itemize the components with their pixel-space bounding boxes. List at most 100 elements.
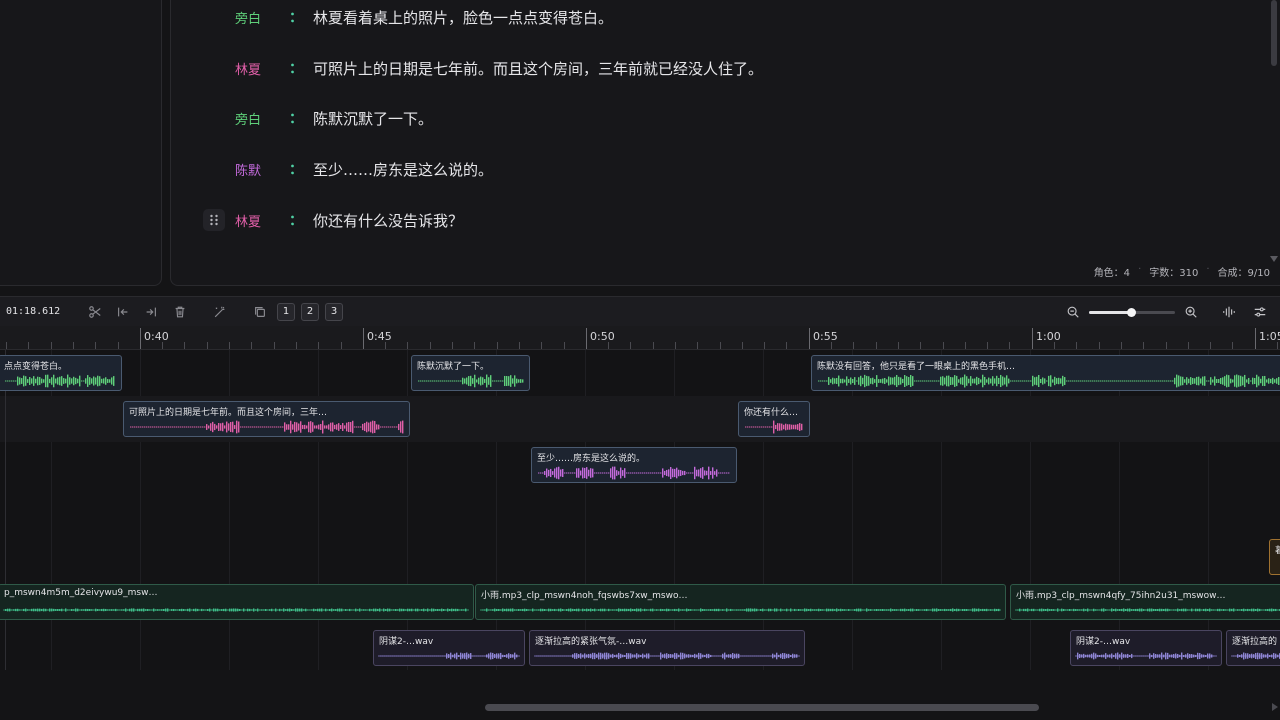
ruler-major-tick — [809, 328, 810, 349]
waveform-icon[interactable] — [1220, 303, 1238, 321]
ruler-minor-tick — [274, 342, 275, 349]
ruler-minor-tick — [385, 342, 386, 349]
scrollbar-thumb[interactable] — [1271, 0, 1277, 66]
audio-clip[interactable]: 至少……房东是这么说的。 — [531, 447, 737, 483]
drag-handle-icon[interactable] — [203, 209, 225, 231]
speaker-colon: ： — [289, 162, 303, 178]
clip-label: 暮 — [1275, 543, 1280, 556]
script-scrollbar[interactable] — [1270, 0, 1278, 262]
timeline-tracks[interactable]: 点点变得苍白。 陈默沉默了一下。 陈默没有回答，他只是看了一眼桌上的黑色手机… … — [0, 350, 1280, 670]
ruler-minor-tick — [207, 342, 208, 349]
sfx-clip[interactable]: 阴谋2-…wav — [1070, 630, 1222, 666]
speaker-label[interactable]: 林夏 — [235, 59, 261, 78]
audio-clip[interactable]: 暮 — [1269, 539, 1280, 575]
ruler-major-tick — [363, 328, 364, 349]
timeline-ruler[interactable]: 0:40 0:45 0:50 0:55 1:00 1:05 — [0, 326, 1280, 350]
ruler-minor-tick — [1232, 342, 1233, 349]
audio-clip[interactable]: 可照片上的日期是七年前。而且这个房间，三年… — [123, 401, 410, 437]
waveform — [5, 374, 115, 388]
audio-clip[interactable]: 陈默沉默了一下。 — [411, 355, 530, 391]
ruler-minor-tick — [6, 342, 7, 349]
ruler-label: 0:55 — [813, 330, 838, 343]
script-line[interactable]: 旁白 ： 林夏看着桌上的照片，脸色一点点变得苍白。 — [171, 2, 1251, 32]
ruler-minor-tick — [697, 342, 698, 349]
waveform — [534, 652, 800, 660]
ruler-minor-tick — [1188, 342, 1189, 349]
sfx-clip[interactable]: 逐渐拉高的紧张气氛-…wav — [529, 630, 805, 666]
ruler-minor-tick — [1009, 342, 1010, 349]
timeline-toolbar: 01:18.612 1 2 3 — [0, 296, 1280, 326]
speaker-label[interactable]: 林夏 — [235, 211, 261, 230]
sfx-clip[interactable]: 阴谋2-…wav — [373, 630, 525, 666]
line-text[interactable]: 你还有什么没告诉我？ — [313, 210, 463, 231]
timeline-scrollbar[interactable] — [0, 690, 1280, 720]
waveform — [378, 652, 520, 660]
ruler-minor-tick — [452, 342, 453, 349]
zoom-in-icon[interactable] — [1182, 303, 1200, 321]
waveform — [818, 374, 1280, 388]
track-lane-extra — [0, 534, 1280, 580]
ruler-minor-tick — [1121, 342, 1122, 349]
track-count-button-1[interactable]: 1 — [277, 302, 295, 321]
ruler-minor-tick — [184, 342, 185, 349]
line-text[interactable]: 至少……房东是这么说的。 — [313, 159, 493, 180]
waveform — [1075, 652, 1217, 660]
bgm-clip[interactable]: p_mswn4m5m_d2eivywu9_msw… — [0, 584, 474, 620]
line-text[interactable]: 林夏看着桌上的照片，脸色一点点变得苍白。 — [313, 7, 613, 28]
ruler-minor-tick — [853, 342, 854, 349]
audio-clip[interactable]: 陈默没有回答，他只是看了一眼桌上的黑色手机… — [811, 355, 1280, 391]
zoom-out-icon[interactable] — [1064, 303, 1082, 321]
script-line[interactable]: 林夏 ： 你还有什么没告诉我？ — [171, 205, 1251, 235]
ruler-minor-tick — [876, 342, 877, 349]
track-count-button-2[interactable]: 2 — [301, 302, 319, 321]
copy-icon[interactable] — [251, 303, 269, 321]
ruler-minor-tick — [1277, 342, 1278, 349]
ruler-minor-tick — [1099, 342, 1100, 349]
zoom-slider[interactable] — [1089, 308, 1175, 317]
ruler-minor-tick — [341, 342, 342, 349]
script-line[interactable]: 陈默 ： 至少……房东是这么说的。 — [171, 154, 1251, 184]
trim-start-icon[interactable] — [114, 303, 132, 321]
ruler-minor-tick — [1076, 342, 1077, 349]
bgm-clip[interactable]: 小雨.mp3_clp_mswn4noh_fqswbs7xw_mswo… — [475, 584, 1006, 620]
magic-wand-icon[interactable] — [211, 303, 229, 321]
speaker-colon: ： — [289, 213, 303, 229]
bgm-clip[interactable]: 小雨.mp3_clp_mswn4qfy_75ihn2u31_mswow… — [1010, 584, 1280, 620]
ruler-minor-tick — [162, 342, 163, 349]
scissors-icon[interactable] — [86, 303, 104, 321]
trim-end-icon[interactable] — [142, 303, 160, 321]
ruler-minor-tick — [608, 342, 609, 349]
ruler-minor-tick — [1166, 342, 1167, 349]
line-text[interactable]: 可照片上的日期是七年前。而且这个房间，三年前就已经没人住了。 — [313, 58, 763, 79]
sfx-clip[interactable]: 逐渐拉高的 — [1226, 630, 1280, 666]
clip-label: 小雨.mp3_clp_mswn4qfy_75ihn2u31_mswow… — [1016, 591, 1226, 601]
clip-label: 陈默没有回答，他只是看了一眼桌上的黑色手机… — [817, 362, 1016, 372]
speaker-label[interactable]: 旁白 — [235, 8, 261, 27]
ruler-minor-tick — [987, 342, 988, 349]
ruler-minor-tick — [251, 342, 252, 349]
script-line[interactable]: 林夏 ： 可照片上的日期是七年前。而且这个房间，三年前就已经没人住了。 — [171, 53, 1251, 83]
ruler-minor-tick — [118, 342, 119, 349]
clip-label: 逐渐拉高的 — [1232, 637, 1278, 647]
settings-sliders-icon[interactable] — [1251, 303, 1269, 321]
waveform — [3, 608, 469, 612]
scroll-down-arrow-icon[interactable] — [1270, 256, 1278, 262]
line-text[interactable]: 陈默沉默了一下。 — [313, 108, 433, 129]
speaker-label[interactable]: 旁白 — [235, 109, 261, 128]
audio-clip[interactable]: 你还有什么… — [738, 401, 810, 437]
ruler-minor-tick — [920, 342, 921, 349]
role-count: 角色：4 — [1093, 268, 1131, 279]
trash-icon[interactable] — [171, 303, 189, 321]
ruler-label: 0:40 — [144, 330, 169, 343]
scroll-right-arrow-icon[interactable] — [1272, 703, 1278, 711]
scrollbar-thumb[interactable] — [485, 704, 1039, 711]
separator: · — [1138, 264, 1142, 275]
audio-clip[interactable]: 点点变得苍白。 — [0, 355, 122, 391]
speaker-label[interactable]: 陈默 — [235, 160, 261, 179]
ruler-minor-tick — [51, 342, 52, 349]
script-line[interactable]: 旁白 ： 陈默沉默了一下。 — [171, 103, 1251, 133]
zoom-slider-knob[interactable] — [1127, 308, 1137, 317]
clip-label: 小雨.mp3_clp_mswn4noh_fqswbs7xw_mswo… — [481, 591, 688, 601]
ruler-minor-tick — [1143, 342, 1144, 349]
track-count-button-3[interactable]: 3 — [325, 302, 343, 321]
